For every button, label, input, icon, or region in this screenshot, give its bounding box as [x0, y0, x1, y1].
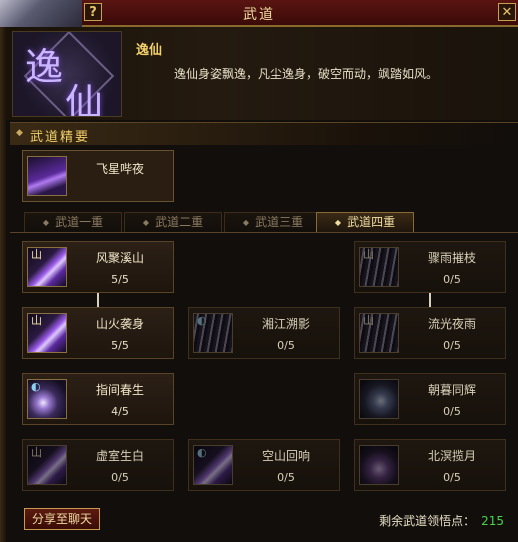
essence-skill-card[interactable]: 飞星哔夜 — [22, 150, 174, 202]
share-to-chat-button[interactable]: 分享至聊天 — [24, 508, 100, 530]
skill-level: 0/5 — [111, 471, 129, 484]
crescent-icon: ◐ — [197, 314, 207, 327]
mountain-icon: 山 — [31, 446, 42, 459]
skill-card[interactable]: 朝暮同辉 0/5 — [354, 373, 506, 425]
tree-connector — [97, 293, 99, 307]
skill-name: 北溟揽月 — [427, 449, 476, 463]
skill-card[interactable]: 山 流光夜雨 0/5 — [354, 307, 506, 359]
ninja-leap-icon[interactable] — [27, 156, 67, 196]
points-value: 215 — [481, 514, 504, 528]
skill-level: 0/5 — [277, 339, 295, 352]
tab-label: 武道一重 — [55, 215, 104, 229]
skill-name: 空山回响 — [261, 449, 310, 463]
skill-card[interactable]: 山 骤雨摧枝 0/5 — [354, 241, 506, 293]
skill-card[interactable]: 北溟揽月 0/5 — [354, 439, 506, 491]
skill-level: 0/5 — [443, 405, 461, 418]
blade-icon: ◐ — [193, 445, 233, 485]
skill-card[interactable]: ◐ 指间春生 4/5 — [22, 373, 174, 425]
skill-level: 0/5 — [443, 471, 461, 484]
skill-level: 4/5 — [111, 405, 129, 418]
skill-card[interactable]: ◐ 湘江溯影 0/5 — [188, 307, 340, 359]
window-title: 武道 — [243, 7, 275, 23]
skill-card[interactable]: 山 风聚溪山 5/5 — [22, 241, 174, 293]
diamond-bullet-icon: ◆ — [242, 218, 250, 227]
streak-icon: 山 — [359, 313, 399, 353]
tab-tier-4[interactable]: ◆ 武道四重 — [316, 212, 414, 232]
diamond-bullet-icon: ◆ — [42, 218, 50, 227]
skill-card[interactable]: 山 山火袭身 5/5 — [22, 307, 174, 359]
skill-name: 山火袭身 — [95, 317, 144, 331]
streak-icon: ◐ — [193, 313, 233, 353]
tab-tier-3[interactable]: ◆ 武道三重 — [224, 212, 322, 232]
tab-label: 武道二重 — [155, 215, 204, 229]
streak-icon: 山 — [359, 247, 399, 287]
skill-card[interactable]: ◐ 空山回响 0/5 — [188, 439, 340, 491]
tab-tier-1[interactable]: ◆ 武道一重 — [24, 212, 122, 232]
essence-section-header: ◆ 武道精要 — [10, 122, 518, 145]
tab-tier-2[interactable]: ◆ 武道二重 — [124, 212, 222, 232]
skill-level: 5/5 — [111, 339, 129, 352]
mountain-icon: 山 — [31, 314, 42, 327]
mountain-icon: 山 — [31, 248, 42, 261]
diamond-bullet-icon: ◆ — [334, 218, 342, 227]
points-label: 剩余武道领悟点： — [379, 514, 476, 528]
remaining-points: 剩余武道领悟点： 215 — [379, 512, 504, 529]
moon-icon — [359, 445, 399, 485]
tier-tabs: ◆ 武道一重 ◆ 武道二重 ◆ 武道三重 ◆ 武道四重 — [10, 210, 518, 233]
skill-name: 指间春生 — [95, 383, 144, 397]
close-button[interactable]: ✕ — [498, 3, 516, 21]
tree-connector — [429, 293, 431, 307]
section-label: 武道精要 — [30, 130, 91, 145]
school-description: 逸仙身姿飘逸，凡尘逸身，破空而动，飒踏如风。 — [174, 67, 439, 81]
school-name: 逸仙 — [136, 43, 163, 58]
tab-label: 武道三重 — [255, 215, 304, 229]
blade-icon: 山 — [27, 247, 67, 287]
blade-icon: 山 — [27, 313, 67, 353]
tab-label: 武道四重 — [347, 215, 396, 229]
orb-icon: ◐ — [27, 379, 67, 419]
skill-level: 0/5 — [443, 339, 461, 352]
emblem-char: 仙 — [65, 81, 104, 117]
school-header: 逸 仙 逸仙 逸仙身姿飘逸，凡尘逸身，破空而动，飒踏如风。 — [6, 27, 518, 120]
martial-dao-window: ? 武道 ✕ 逸 仙 逸仙 逸仙身姿飘逸，凡尘逸身，破空而动，飒踏如风。 ◆ 武… — [0, 0, 518, 542]
skill-level: 0/5 — [443, 273, 461, 286]
mountain-icon: 山 — [363, 248, 374, 261]
emblem-char: 逸 — [25, 45, 64, 89]
skill-name: 朝暮同辉 — [427, 383, 476, 397]
skill-name: 流光夜雨 — [427, 317, 476, 331]
swirl-icon — [359, 379, 399, 419]
skill-card[interactable]: 山 虚室生白 0/5 — [22, 439, 174, 491]
title-bar[interactable]: ? 武道 ✕ — [0, 0, 518, 27]
school-emblem: 逸 仙 — [12, 31, 122, 117]
crescent-icon: ◐ — [31, 380, 41, 393]
blade-icon: 山 — [27, 445, 67, 485]
skill-name: 骤雨摧枝 — [427, 251, 476, 265]
mountain-icon: 山 — [363, 314, 374, 327]
crescent-icon: ◐ — [197, 446, 207, 459]
diamond-bullet-icon: ◆ — [142, 218, 150, 227]
skill-name: 湘江溯影 — [261, 317, 310, 331]
skill-name: 虚室生白 — [95, 449, 144, 463]
skill-level: 0/5 — [277, 471, 295, 484]
essence-skill-name: 飞星哔夜 — [95, 162, 144, 176]
skill-name: 风聚溪山 — [95, 251, 144, 265]
diamond-bullet-icon: ◆ — [16, 128, 23, 138]
skill-level: 5/5 — [111, 273, 129, 286]
